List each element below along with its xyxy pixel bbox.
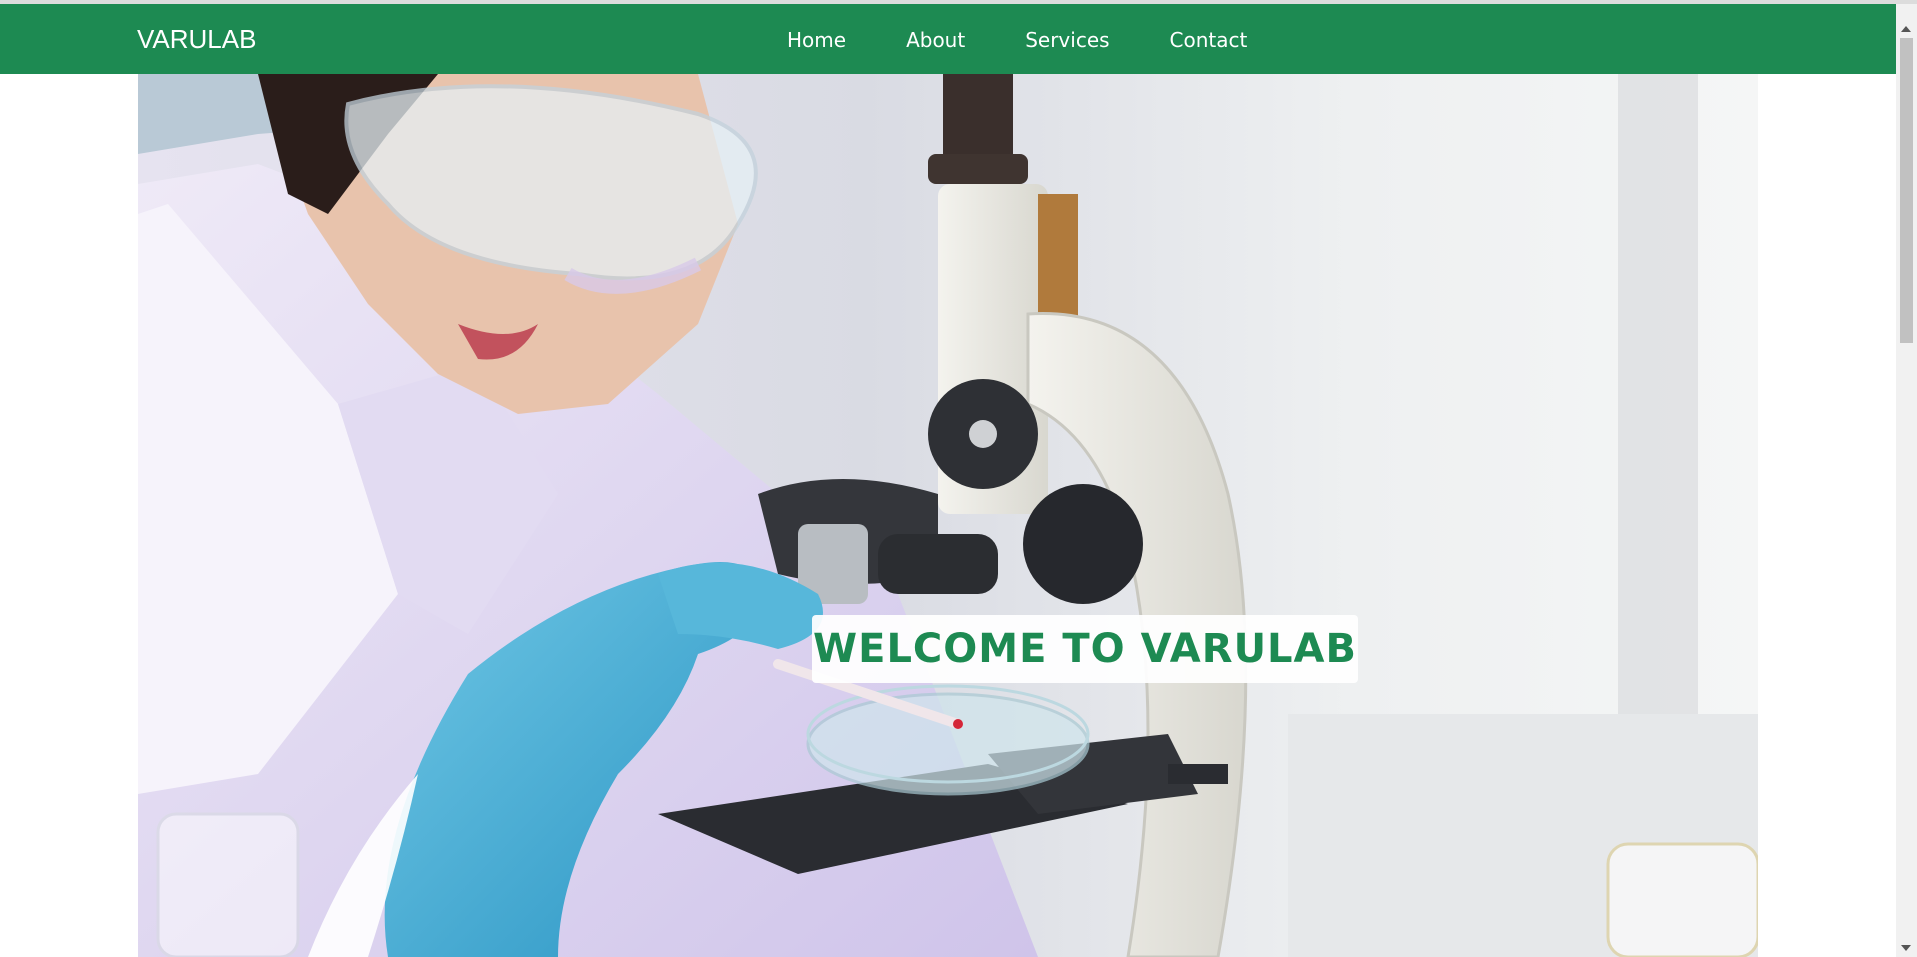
brand-logo[interactable]: VARULAB bbox=[137, 24, 256, 54]
nav-home-link[interactable]: Home bbox=[787, 28, 846, 52]
navbar: VARULAB Home About Services Contact bbox=[0, 4, 1896, 74]
page-scrollbar[interactable] bbox=[1896, 4, 1917, 957]
nav-links: Home About Services Contact bbox=[787, 28, 1247, 52]
scroll-up-arrow-icon[interactable] bbox=[1901, 26, 1911, 32]
nav-contact-link[interactable]: Contact bbox=[1170, 28, 1248, 52]
hero-heading: WELCOME TO VARULAB bbox=[812, 615, 1358, 683]
hero-banner: WELCOME TO VARULAB bbox=[138, 74, 1758, 957]
nav-services-link[interactable]: Services bbox=[1025, 28, 1109, 52]
scroll-thumb[interactable] bbox=[1900, 38, 1913, 343]
scroll-down-arrow-icon[interactable] bbox=[1901, 945, 1911, 951]
hero-image bbox=[138, 74, 1758, 957]
nav-about-link[interactable]: About bbox=[906, 28, 965, 52]
